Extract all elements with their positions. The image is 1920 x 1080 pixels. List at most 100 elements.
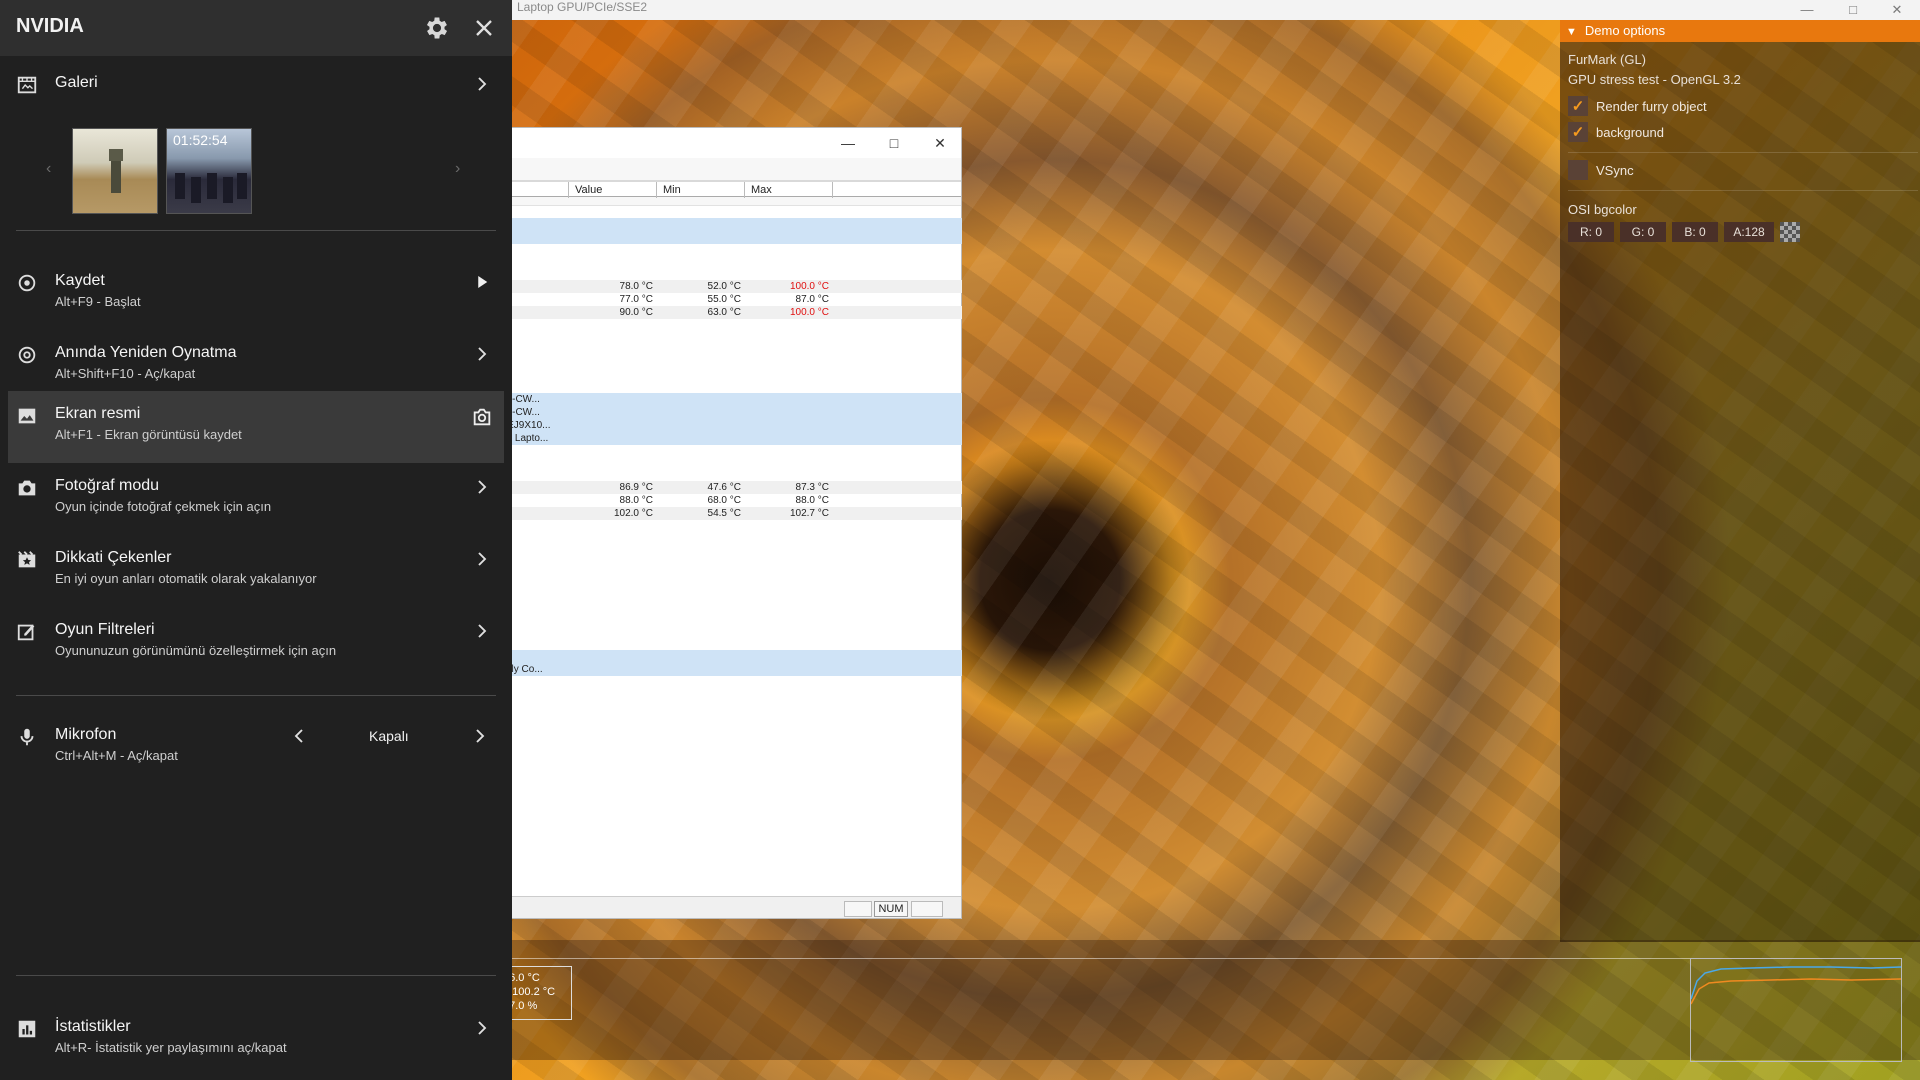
- color-swatch-icon[interactable]: [1780, 222, 1800, 242]
- sensor-value: 86.9 °C: [619, 482, 653, 493]
- col-value[interactable]: Value: [569, 182, 657, 198]
- image-icon: [18, 408, 36, 424]
- gallery-next-icon[interactable]: ›: [455, 160, 460, 178]
- statistics-shortcut: Alt+R- İstatistik yer paylaşımını aç/kap…: [55, 1040, 287, 1055]
- table-row[interactable]: 78.0 °C 52.0 °C 100.0 °C: [501, 280, 962, 293]
- microphone-state: Kapalı: [369, 728, 409, 744]
- gallery-prev-icon[interactable]: ‹: [46, 160, 51, 178]
- nvidia-overlay-panel: NVIDIA Galeri ‹ 01:52:54 › Kaydet Alt+F9…: [0, 0, 512, 1080]
- sensor-value: 102.0 °C: [613, 508, 653, 519]
- video-duration: 01:52:54: [173, 132, 228, 148]
- table-row[interactable]: [501, 650, 962, 663]
- instant-replay-icon: [18, 346, 36, 364]
- background-label: background: [1596, 125, 1664, 140]
- close-icon[interactable]: [470, 14, 498, 42]
- hw-statusbar: NUM: [501, 896, 961, 918]
- divider: [16, 230, 496, 231]
- sensor-value: 90.0 °C: [619, 307, 653, 318]
- table-row[interactable]: [501, 231, 962, 244]
- app-name: FurMark (GL): [1568, 52, 1646, 67]
- play-icon: [478, 276, 488, 288]
- minimize-button[interactable]: —: [1784, 0, 1830, 20]
- sensor-max: 100.0 °C: [789, 307, 829, 318]
- osi-bgcolor-label: OSI bgcolor: [1568, 202, 1637, 217]
- chevron-right-icon: [478, 624, 487, 638]
- table-row[interactable]: [501, 218, 962, 231]
- statistics-item[interactable]: İstatistikler Alt+R- İstatistik yer payl…: [8, 1004, 504, 1076]
- table-row[interactable]: 86.9 °C 47.6 °C 87.3 °C: [501, 481, 962, 494]
- table-row[interactable]: mily Co...: [501, 663, 962, 676]
- screenshot-label: Ekran resmi: [55, 405, 141, 422]
- background-checkbox[interactable]: ✓: [1568, 122, 1588, 142]
- chevron-right-icon[interactable]: [471, 727, 489, 745]
- screenshot-item[interactable]: Ekran resmi Alt+F1 - Ekran görüntüsü kay…: [8, 391, 504, 463]
- microphone-icon: [20, 728, 34, 746]
- record-item[interactable]: Kaydet Alt+F9 - Başlat: [8, 258, 504, 330]
- filter-edit-icon: [17, 624, 35, 641]
- chevron-right-icon: [478, 552, 487, 566]
- close-button[interactable]: ✕: [920, 132, 960, 154]
- demo-options-header[interactable]: ▼ Demo options: [1560, 20, 1920, 42]
- furmark-window-title: Laptop GPU/PCIe/SSE2: [517, 0, 648, 14]
- highlights-icon: [18, 551, 36, 568]
- render-furry-label: Render furry object: [1596, 99, 1707, 114]
- bgcolor-r-input[interactable]: R: 0: [1568, 222, 1614, 242]
- highlights-item[interactable]: Dikkati Çekenler En iyi oyun anları otom…: [8, 535, 504, 607]
- sensor-max: 87.3 °C: [795, 482, 829, 493]
- bgcolor-b-input[interactable]: B: 0: [1672, 222, 1718, 242]
- bgcolor-g-input[interactable]: G: 0: [1620, 222, 1666, 242]
- chevron-right-icon: [478, 1021, 487, 1035]
- hardware-monitor-window: — □ ✕ Value Min Max 78.0 °C 52.0 °C 100.0 …: [500, 127, 962, 919]
- collapse-arrow-icon: ▼: [1566, 26, 1577, 38]
- gallery-item[interactable]: Galeri: [8, 60, 504, 132]
- sensor-max: 100.0 °C: [789, 281, 829, 292]
- hw-titlebar: — □ ✕: [501, 128, 961, 158]
- gallery-thumbnail-video[interactable]: 01:52:54: [166, 128, 252, 214]
- close-button[interactable]: ✕: [1874, 0, 1920, 20]
- table-row[interactable]: 80-CW...: [501, 393, 962, 406]
- sensor-min: 47.6 °C: [707, 482, 741, 493]
- maximize-button[interactable]: □: [874, 132, 914, 154]
- app-subtitle: GPU stress test - OpenGL 3.2: [1568, 72, 1741, 87]
- maximize-button[interactable]: □: [1830, 0, 1876, 20]
- gear-icon[interactable]: [423, 14, 451, 42]
- record-label: Kaydet: [55, 272, 105, 289]
- microphone-item: Mikrofon Ctrl+Alt+M - Aç/kapat Kapalı: [8, 712, 504, 784]
- num-lock-indicator: NUM: [874, 901, 908, 917]
- game-filters-item[interactable]: Oyun Filtreleri Oyununuzun görünümünü öz…: [8, 607, 504, 679]
- table-row[interactable]: TEJ9X10...: [501, 419, 962, 432]
- photo-mode-item[interactable]: Fotoğraf modu Oyun içinde fotoğraf çekme…: [8, 463, 504, 535]
- col-max[interactable]: Max: [745, 182, 833, 198]
- camera-icon[interactable]: [471, 406, 493, 428]
- sensor-table-header: Value Min Max: [501, 180, 961, 198]
- game-filters-label: Oyun Filtreleri: [55, 621, 155, 638]
- sensor-min: 68.0 °C: [707, 495, 741, 506]
- highlights-label: Dikkati Çekenler: [55, 549, 172, 566]
- render-furry-checkbox[interactable]: ✓: [1568, 96, 1588, 116]
- check-icon: ✓: [1571, 98, 1585, 115]
- chevron-left-icon[interactable]: [290, 727, 308, 745]
- chevron-right-icon: [478, 480, 487, 494]
- table-row[interactable]: 80-CW...: [501, 406, 962, 419]
- nvidia-title: NVIDIA: [16, 15, 84, 37]
- chevron-right-icon: [478, 77, 487, 91]
- table-row[interactable]: 88.0 °C 68.0 °C 88.0 °C: [501, 494, 962, 507]
- table-row[interactable]: 50 Lapto...: [501, 432, 962, 445]
- table-row[interactable]: 102.0 °C 54.5 °C 102.7 °C: [501, 507, 962, 520]
- table-row[interactable]: 90.0 °C 63.0 °C 100.0 °C: [501, 306, 962, 319]
- col-min[interactable]: Min: [657, 182, 745, 198]
- status-cell: [844, 901, 872, 917]
- table-row[interactable]: 77.0 °C 55.0 °C 87.0 °C: [501, 293, 962, 306]
- sensor-min: 55.0 °C: [707, 294, 741, 305]
- demo-options-title: Demo options: [1584, 23, 1666, 38]
- statistics-icon: [18, 1020, 36, 1038]
- photo-mode-label: Fotoğraf modu: [55, 477, 160, 494]
- sensor-value: 78.0 °C: [619, 281, 653, 292]
- sensor-max: 88.0 °C: [795, 495, 829, 506]
- bgcolor-a-input[interactable]: A:128: [1724, 222, 1774, 242]
- gallery-thumbnail[interactable]: [72, 128, 158, 214]
- game-filters-description: Oyununuzun görünümünü özelleştirmek için…: [55, 643, 337, 658]
- sensor-min: 63.0 °C: [707, 307, 741, 318]
- minimize-button[interactable]: —: [828, 132, 868, 154]
- vsync-checkbox[interactable]: [1568, 160, 1588, 180]
